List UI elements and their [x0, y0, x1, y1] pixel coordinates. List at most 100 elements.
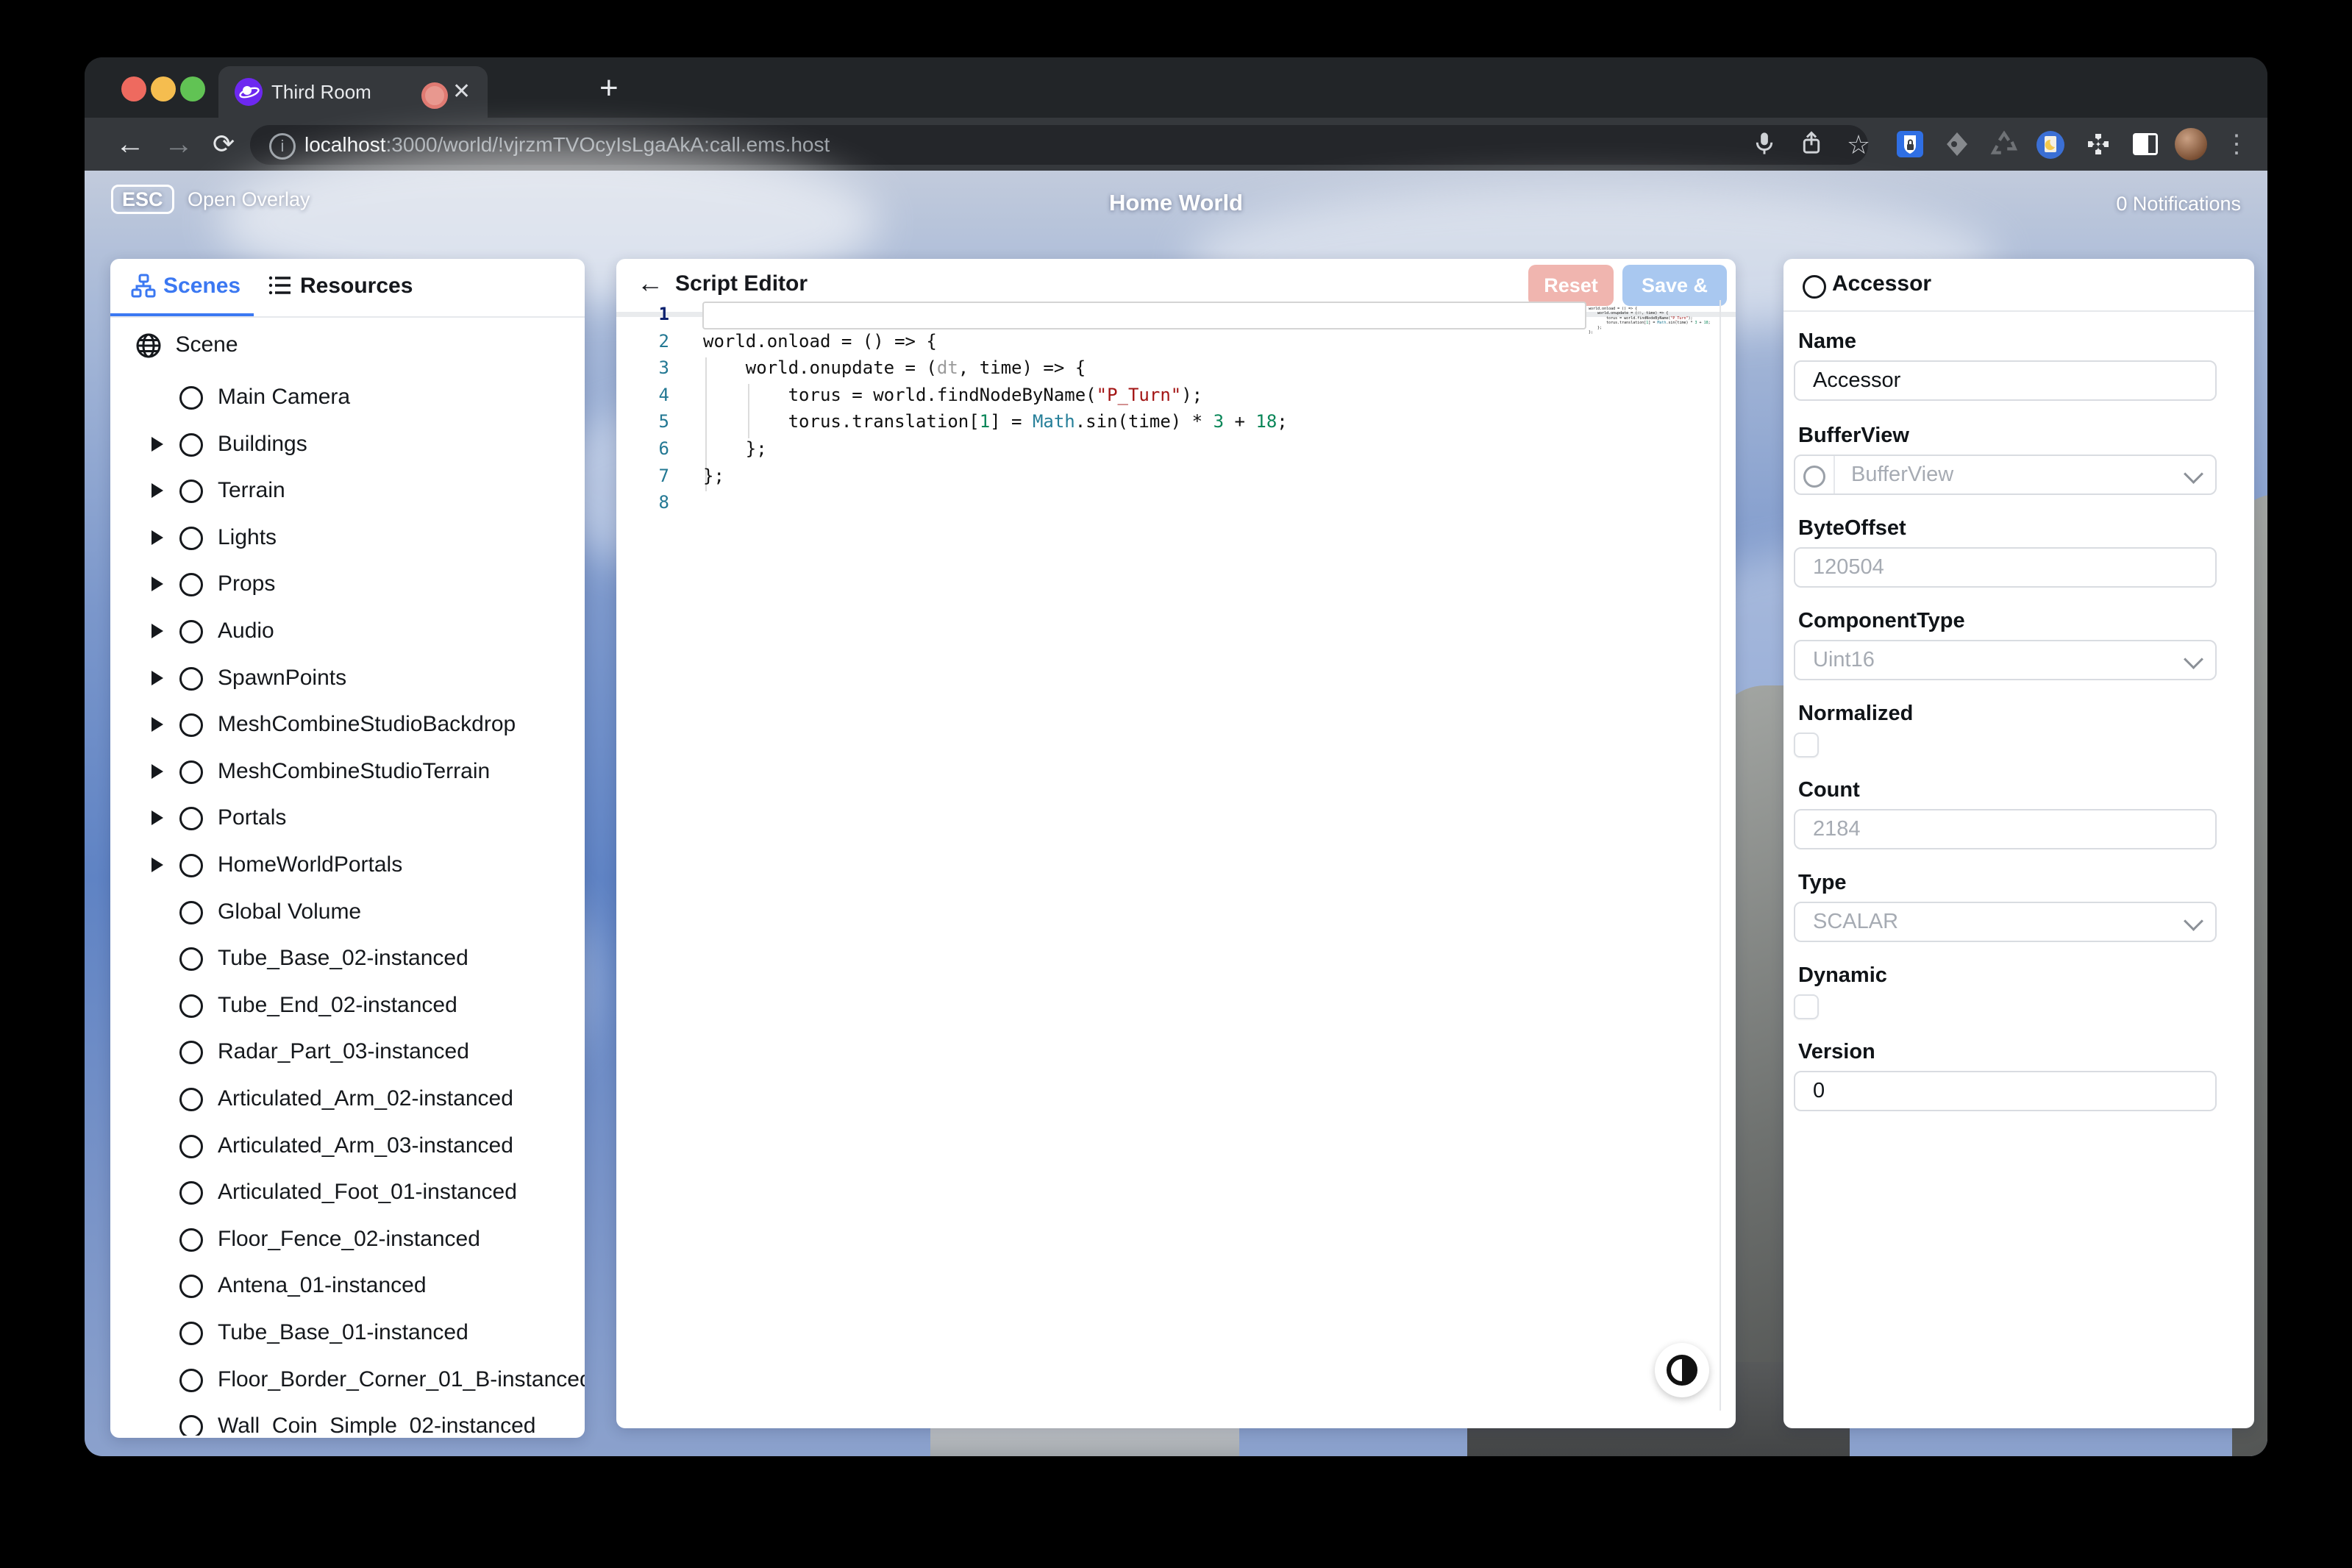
tree-row-label: Tube_Base_02-instanced: [218, 946, 468, 971]
type-select-value: SCALAR: [1795, 903, 2215, 941]
tree-row-label: Tube_Base_01-instanced: [218, 1320, 468, 1345]
version-field-label: Version: [1798, 1040, 1875, 1064]
count-input-value: 2184: [1795, 810, 2215, 848]
expand-caret-icon[interactable]: [152, 717, 163, 732]
line-number: 7: [616, 466, 669, 486]
name-input[interactable]: Accessor: [1794, 360, 2217, 401]
tree-row-label: Articulated_Arm_02-instanced: [218, 1086, 513, 1111]
reader-extension-icon[interactable]: [2035, 129, 2064, 159]
node-circle-icon: [179, 1322, 203, 1345]
normalized-checkbox[interactable]: [1794, 733, 1819, 758]
tree-row-label: Articulated_Arm_03-instanced: [218, 1133, 513, 1158]
tree-row-label: Radar_Part_03-instanced: [218, 1039, 469, 1064]
tree-row-antena-01-instanced[interactable]: Antena_01-instanced: [110, 1265, 585, 1311]
traffic-light-zoom[interactable]: [180, 76, 205, 101]
editor-minimap[interactable]: world.onload = () => { world.onupdate = …: [1589, 302, 1684, 340]
type-field-label: Type: [1798, 871, 1847, 895]
new-tab-button[interactable]: +: [599, 72, 619, 104]
tree-row-main-camera[interactable]: Main Camera: [110, 377, 585, 422]
expand-caret-icon[interactable]: [152, 530, 163, 545]
traffic-light-minimize[interactable]: [151, 76, 176, 101]
node-circle-icon: [179, 901, 203, 924]
globe-icon: [135, 349, 165, 362]
recycle-extension-icon[interactable]: [1989, 129, 2019, 159]
code-line-6: };: [703, 438, 767, 459]
tree-row-floor-fence-02-instanced[interactable]: Floor_Fence_02-instanced: [110, 1219, 585, 1264]
tab-recording-indicator-icon: [421, 82, 448, 109]
browser-menu-icon[interactable]: ⋮: [2222, 129, 2251, 159]
expand-caret-icon[interactable]: [152, 810, 163, 825]
microphone-icon[interactable]: [1750, 131, 1778, 159]
tree-row-tube-base-02-instanced[interactable]: Tube_Base_02-instanced: [110, 938, 585, 983]
tree-row-terrain[interactable]: Terrain: [110, 470, 585, 516]
side-panel-icon[interactable]: [2131, 132, 2160, 162]
tree-row-label: Wall_Coin_Simple_02-instanced: [218, 1414, 535, 1436]
tree-row-lights[interactable]: Lights: [110, 517, 585, 563]
code-line-2: world.onload = () => {: [703, 331, 937, 352]
site-info-icon[interactable]: i: [269, 133, 296, 160]
expand-caret-icon[interactable]: [152, 671, 163, 685]
dev-extension-icon[interactable]: [1942, 129, 1972, 159]
tree-row-tube-end-02-instanced[interactable]: Tube_End_02-instanced: [110, 985, 585, 1030]
tree-row-articulated-arm-03-instanced[interactable]: Articulated_Arm_03-instanced: [110, 1125, 585, 1171]
byteoffset-input[interactable]: 120504: [1794, 547, 2217, 588]
code-area[interactable]: 12world.onload = () => {3 world.onupdate…: [616, 259, 1736, 1428]
version-input[interactable]: 0: [1794, 1071, 2217, 1111]
scenes-tree-icon: [131, 274, 156, 302]
scene-root-row[interactable]: Scene: [135, 332, 238, 363]
node-circle-icon: [179, 1041, 203, 1064]
code-line-7: };: [703, 466, 724, 486]
tree-row-articulated-foot-01-instanced[interactable]: Articulated_Foot_01-instanced: [110, 1172, 585, 1217]
bookmark-star-icon[interactable]: ☆: [1845, 131, 1872, 159]
tree-row-articulated-arm-02-instanced[interactable]: Articulated_Arm_02-instanced: [110, 1078, 585, 1124]
expand-caret-icon[interactable]: [152, 483, 163, 498]
tree-row-audio[interactable]: Audio: [110, 610, 585, 656]
tree-row-portals[interactable]: Portals: [110, 797, 585, 843]
tab-resources[interactable]: Resources: [300, 274, 413, 299]
profile-avatar[interactable]: [2175, 128, 2207, 160]
tree-row-homeworldportals[interactable]: HomeWorldPortals: [110, 844, 585, 890]
node-circle-icon: [179, 947, 203, 971]
expand-caret-icon[interactable]: [152, 577, 163, 591]
tree-row-label: Portals: [218, 805, 286, 830]
expand-caret-icon[interactable]: [152, 624, 163, 638]
count-input[interactable]: 2184: [1794, 809, 2217, 849]
expand-caret-icon[interactable]: [152, 858, 163, 872]
tree-row-global-volume[interactable]: Global Volume: [110, 891, 585, 937]
tree-row-radar-part-03-instanced[interactable]: Radar_Part_03-instanced: [110, 1031, 585, 1077]
privacy-shield-extension-icon[interactable]: [1895, 129, 1925, 159]
browser-window: Third Room ✕ + ← → ⟳ i localhost:3000/wo…: [85, 57, 2267, 1456]
traffic-light-close[interactable]: [121, 76, 146, 101]
tab-close-icon[interactable]: ✕: [452, 79, 471, 104]
tree-row-label: Articulated_Foot_01-instanced: [218, 1180, 517, 1205]
type-select[interactable]: SCALAR: [1794, 902, 2217, 942]
tree-row-props[interactable]: Props: [110, 563, 585, 609]
world-viewport[interactable]: ESC Open Overlay Home World 0 Notificati…: [85, 171, 2267, 1456]
name-field-label: Name: [1798, 329, 1856, 354]
expand-caret-icon[interactable]: [152, 437, 163, 452]
tree-row-buildings[interactable]: Buildings: [110, 424, 585, 469]
tree-row-tube-base-01-instanced[interactable]: Tube_Base_01-instanced: [110, 1312, 585, 1358]
tree-row-floor-border-corner-01-b-instanced[interactable]: Floor_Border_Corner_01_B-instanced: [110, 1359, 585, 1405]
tab-scenes[interactable]: Scenes: [163, 274, 240, 299]
reload-icon[interactable]: ⟳: [213, 118, 235, 171]
forward-icon[interactable]: →: [164, 118, 193, 171]
tree-row-spawnpoints[interactable]: SpawnPoints: [110, 658, 585, 703]
count-field-label: Count: [1798, 778, 1860, 802]
extensions-puzzle-icon[interactable]: [2084, 129, 2113, 159]
tree-row-meshcombinestudiobackdrop[interactable]: MeshCombineStudioBackdrop: [110, 704, 585, 749]
browser-tab[interactable]: Third Room ✕: [218, 66, 488, 118]
share-icon[interactable]: [1797, 131, 1825, 159]
tree-row-label: Props: [218, 571, 275, 596]
accessor-node-icon: [1803, 275, 1822, 294]
componenttype-select[interactable]: Uint16: [1794, 640, 2217, 680]
bufferview-select[interactable]: BufferView: [1794, 455, 2217, 495]
tree-row-meshcombinestudioterrain[interactable]: MeshCombineStudioTerrain: [110, 751, 585, 797]
theme-toggle-button[interactable]: [1655, 1343, 1709, 1397]
dynamic-field-label: Dynamic: [1798, 963, 1887, 988]
tree-row-wall-coin-simple-02-instanced[interactable]: Wall_Coin_Simple_02-instanced: [110, 1405, 585, 1436]
back-icon[interactable]: ←: [115, 118, 145, 171]
dynamic-checkbox[interactable]: [1794, 994, 1819, 1019]
notifications-status[interactable]: 0 Notifications: [2116, 193, 2241, 215]
expand-caret-icon[interactable]: [152, 764, 163, 779]
